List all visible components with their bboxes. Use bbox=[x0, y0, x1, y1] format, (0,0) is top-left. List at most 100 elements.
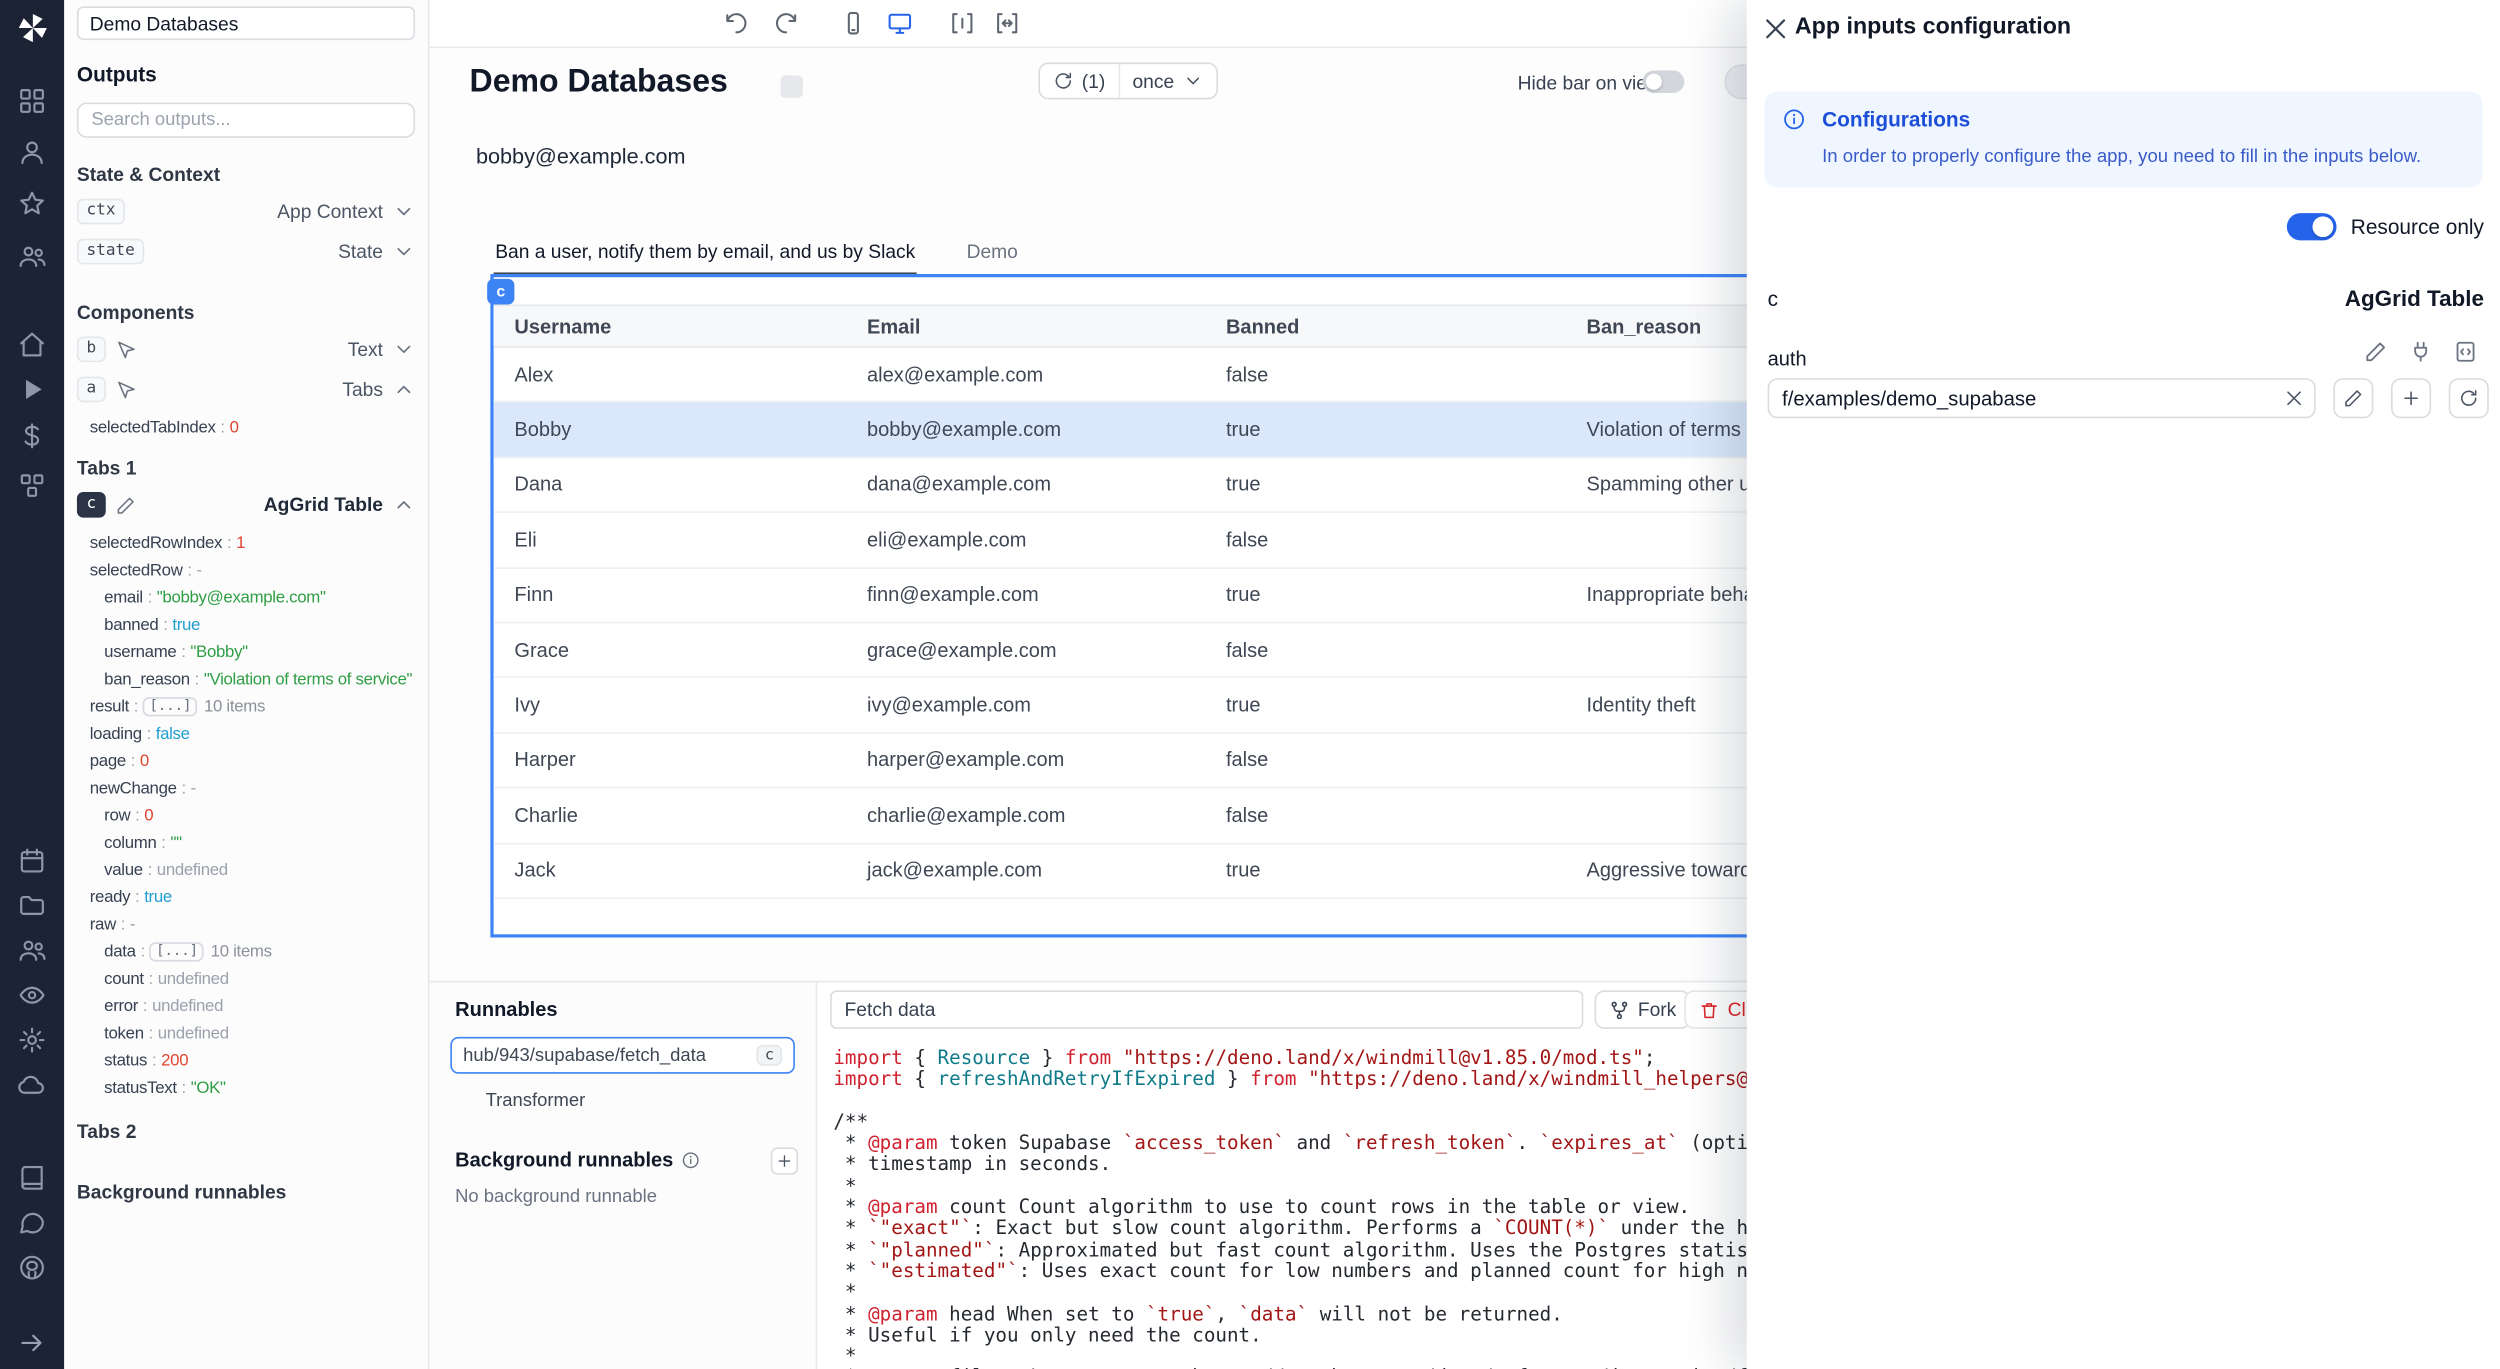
edit-inline-icon[interactable] bbox=[2364, 340, 2388, 364]
github-icon[interactable] bbox=[18, 1253, 47, 1282]
component-row-c[interactable]: cAgGrid Table bbox=[77, 490, 415, 519]
resources-boxes-icon[interactable] bbox=[18, 471, 47, 500]
table-header-cell[interactable]: Banned bbox=[1205, 315, 1566, 337]
table-row[interactable]: Danadana@example.comtrueSpamming other u bbox=[494, 458, 1933, 513]
expand-sidebar-icon[interactable] bbox=[18, 1329, 47, 1358]
team-icon[interactable] bbox=[18, 242, 47, 271]
edit-resource-button[interactable] bbox=[2333, 378, 2373, 418]
undo-icon[interactable] bbox=[723, 10, 750, 37]
chevron-up-icon[interactable] bbox=[393, 494, 415, 516]
background-runnables-heading[interactable]: Background runnables bbox=[77, 1181, 415, 1203]
context-row-ctx[interactable]: ctxApp Context bbox=[77, 197, 415, 226]
output-tree-row[interactable]: username:"Bobby" bbox=[77, 638, 415, 665]
plug-icon[interactable] bbox=[2409, 340, 2433, 364]
component-anchor-icon[interactable] bbox=[949, 10, 976, 37]
redo-icon[interactable] bbox=[772, 10, 799, 37]
table-row[interactable]: Charliecharlie@example.comfalse bbox=[494, 789, 1933, 844]
aggrid-table-component[interactable]: c UsernameEmailBannedBan_reason Alexalex… bbox=[490, 274, 1936, 937]
chevron-down-icon[interactable] bbox=[393, 240, 415, 262]
app-name-input[interactable] bbox=[77, 6, 415, 40]
docs-book-icon[interactable] bbox=[18, 1163, 47, 1192]
resource-only-toggle[interactable] bbox=[2287, 213, 2337, 240]
close-drawer-icon[interactable] bbox=[1761, 14, 1790, 43]
runnable-name-input[interactable] bbox=[830, 990, 1583, 1028]
table-row[interactable]: Bobbybobby@example.comtrueViolation of t… bbox=[494, 403, 1933, 458]
output-tree-row[interactable]: raw:- bbox=[77, 910, 415, 937]
output-tree-row[interactable]: data:[...]10 items bbox=[77, 937, 415, 964]
groups-icon[interactable] bbox=[18, 936, 47, 965]
variables-dollar-icon[interactable] bbox=[18, 421, 47, 450]
settings-gear-icon[interactable] bbox=[18, 1026, 47, 1055]
output-tree-row[interactable]: email:"bobby@example.com" bbox=[77, 583, 415, 610]
tabs2-heading[interactable]: Tabs 2 bbox=[77, 1120, 415, 1142]
context-row-state[interactable]: stateState bbox=[77, 237, 415, 266]
component-id-badge[interactable]: c bbox=[77, 492, 106, 518]
resource-path-input[interactable] bbox=[1768, 378, 2316, 418]
output-tree-row[interactable]: selectedTabIndex:0 bbox=[77, 413, 415, 440]
hide-bar-toggle[interactable] bbox=[1643, 71, 1685, 93]
windmill-logo-icon[interactable] bbox=[16, 11, 50, 45]
user-icon[interactable] bbox=[18, 138, 47, 167]
star-icon[interactable] bbox=[18, 189, 47, 218]
output-tree-row[interactable]: selectedRow:- bbox=[77, 556, 415, 583]
schedules-calendar-icon[interactable] bbox=[18, 846, 47, 875]
fork-button[interactable]: Fork bbox=[1595, 990, 1691, 1028]
output-tree-row[interactable]: page:0 bbox=[77, 747, 415, 774]
refresh-count-button[interactable]: (1) bbox=[1040, 64, 1118, 98]
add-background-runnable-button[interactable] bbox=[771, 1147, 798, 1174]
output-tree-row[interactable]: statusText:"OK" bbox=[77, 1074, 415, 1101]
runs-play-icon[interactable] bbox=[18, 375, 47, 404]
output-tree-row[interactable]: loading:false bbox=[77, 720, 415, 747]
output-tree-row[interactable]: ready:true bbox=[77, 883, 415, 910]
output-tree-row[interactable]: selectedRowIndex:1 bbox=[77, 529, 415, 556]
home-icon[interactable] bbox=[18, 330, 47, 359]
component-id-badge[interactable]: a bbox=[77, 377, 106, 403]
output-tree-row[interactable]: banned:true bbox=[77, 611, 415, 638]
output-tree-row[interactable]: error:undefined bbox=[77, 992, 415, 1019]
table-row[interactable]: Ivyivy@example.comtrueIdentity theft bbox=[494, 678, 1933, 733]
output-tree-row[interactable]: newChange:- bbox=[77, 774, 415, 801]
array-pill[interactable]: [...] bbox=[143, 696, 198, 715]
tab-ban-user[interactable]: Ban a user, notify them by email, and us… bbox=[494, 229, 917, 275]
component-id-chip[interactable]: c bbox=[487, 279, 514, 305]
refresh-resource-button[interactable] bbox=[2449, 378, 2489, 418]
apps-grid-icon[interactable] bbox=[18, 87, 47, 116]
search-outputs-input[interactable] bbox=[77, 103, 415, 138]
table-header-cell[interactable]: Username bbox=[494, 315, 847, 337]
app-settings-chip[interactable] bbox=[780, 75, 802, 97]
table-row[interactable]: Elieli@example.comfalse bbox=[494, 513, 1933, 568]
component-row-a[interactable]: aTabs bbox=[77, 375, 415, 404]
phone-icon[interactable] bbox=[840, 10, 867, 37]
component-id-badge[interactable]: b bbox=[77, 337, 106, 363]
add-resource-button[interactable] bbox=[2391, 378, 2431, 418]
interval-dropdown[interactable]: once bbox=[1118, 64, 1216, 98]
output-tree-row[interactable]: token:undefined bbox=[77, 1019, 415, 1046]
array-pill[interactable]: [...] bbox=[150, 942, 205, 961]
component-id-badge[interactable]: ctx bbox=[77, 199, 125, 225]
clear-input-icon[interactable] bbox=[2284, 388, 2305, 409]
output-tree-row[interactable]: column:"" bbox=[77, 829, 415, 856]
workers-cloud-icon[interactable] bbox=[18, 1071, 47, 1100]
code-file-icon[interactable] bbox=[2454, 340, 2478, 364]
monitor-icon[interactable] bbox=[886, 10, 913, 37]
discord-chat-icon[interactable] bbox=[18, 1208, 47, 1237]
component-fill-icon[interactable] bbox=[994, 10, 1021, 37]
component-id-badge[interactable]: state bbox=[77, 239, 144, 265]
runnable-item[interactable]: Transformer bbox=[473, 1082, 795, 1119]
output-tree-row[interactable]: row:0 bbox=[77, 801, 415, 828]
text-component[interactable]: bobby@example.com bbox=[476, 144, 686, 168]
table-row[interactable]: Gracegrace@example.comfalse bbox=[494, 623, 1933, 678]
component-row-b[interactable]: bText bbox=[77, 335, 415, 364]
refresh-interval-control[interactable]: (1) once bbox=[1038, 62, 1217, 99]
output-tree-row[interactable]: result:[...]10 items bbox=[77, 692, 415, 719]
audit-eye-icon[interactable] bbox=[18, 981, 47, 1010]
table-header-cell[interactable]: Email bbox=[846, 315, 1205, 337]
table-row[interactable]: Jackjack@example.comtrueAggressive towar… bbox=[494, 844, 1933, 899]
output-tree-row[interactable]: ban_reason:"Violation of terms of servic… bbox=[77, 665, 415, 692]
chevron-down-icon[interactable] bbox=[393, 200, 415, 222]
tab-demo[interactable]: Demo bbox=[965, 229, 1020, 274]
runnable-item[interactable]: hub/943/supabase/fetch_datac bbox=[450, 1037, 795, 1074]
table-row[interactable]: Harperharper@example.comfalse bbox=[494, 734, 1933, 789]
output-tree-row[interactable]: count:undefined bbox=[77, 965, 415, 992]
output-tree-row[interactable]: value:undefined bbox=[77, 856, 415, 883]
